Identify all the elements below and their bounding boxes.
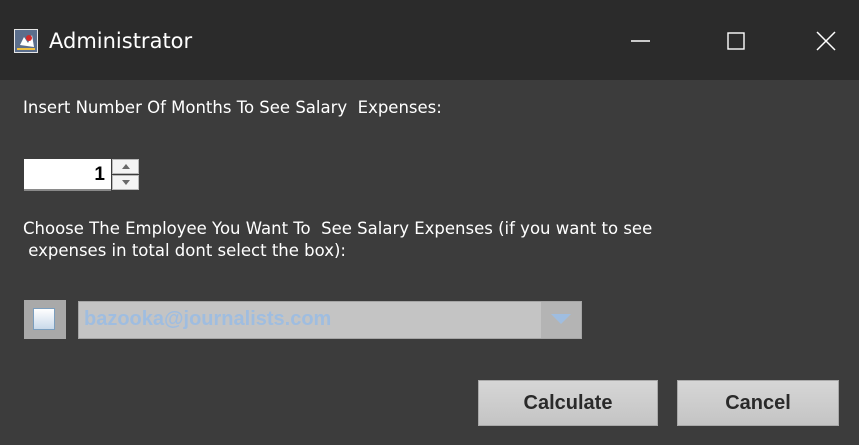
calculate-button[interactable]: Calculate: [478, 380, 658, 426]
months-label: Insert Number Of Months To See Salary Ex…: [23, 98, 442, 117]
title-bar[interactable]: Administrator: [0, 0, 859, 80]
months-value: 1: [94, 164, 105, 185]
cancel-button[interactable]: Cancel: [677, 380, 839, 426]
maximize-button[interactable]: [713, 18, 759, 64]
administrator-window: Administrator Insert Number Of Months To…: [0, 0, 859, 445]
minimize-button[interactable]: [618, 18, 664, 64]
close-button[interactable]: [803, 18, 849, 64]
months-spinner[interactable]: 1: [24, 159, 140, 191]
employee-label-line2: expenses in total dont select the box):: [23, 241, 346, 260]
checkbox-box: [33, 308, 55, 330]
employee-checkbox[interactable]: [24, 300, 66, 339]
combobox-dropdown-button[interactable]: [541, 302, 581, 338]
employee-selected-value: bazooka@journalists.com: [84, 308, 332, 330]
spinner-up-button[interactable]: [112, 159, 139, 174]
window-title: Administrator: [49, 29, 193, 53]
employee-combobox[interactable]: bazooka@journalists.com: [78, 301, 582, 339]
employee-label-line1: Choose The Employee You Want To See Sala…: [23, 219, 653, 238]
months-input[interactable]: 1: [24, 159, 111, 191]
java-app-icon: [14, 29, 38, 53]
spinner-down-button[interactable]: [112, 175, 139, 190]
